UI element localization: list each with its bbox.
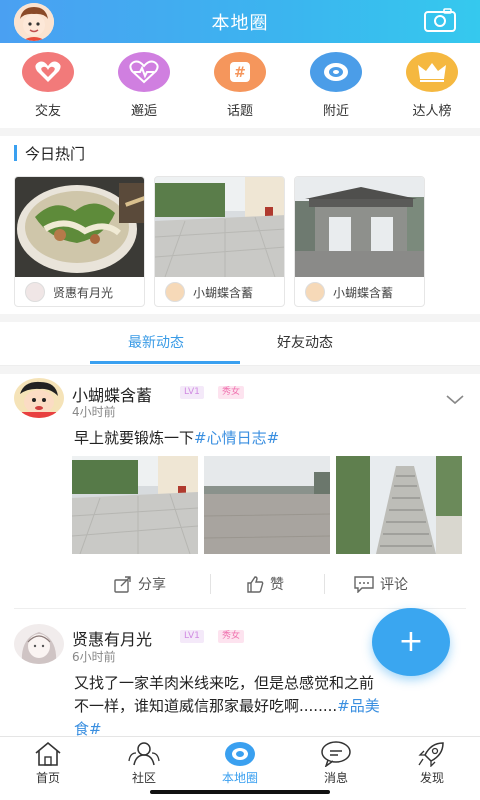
divider — [0, 314, 480, 322]
hot-card[interactable]: 小蝴蝶含蓄 — [294, 176, 425, 307]
local-circle-icon — [225, 742, 255, 766]
nav-local-circle[interactable]: 本地圈 — [192, 741, 288, 786]
category-label: 附近 — [322, 104, 349, 119]
noodle-bowl-photo — [15, 177, 144, 277]
divider — [324, 574, 325, 594]
hot-card[interactable]: 小蝴蝶含蓄 — [154, 176, 285, 307]
category-leaderboard[interactable]: 达人榜 — [384, 52, 480, 122]
gender-badge: 秀女 — [218, 386, 245, 399]
like-button[interactable]: 赞 — [246, 574, 284, 594]
nav-community[interactable]: 社区 — [96, 741, 192, 786]
thumbs-up-icon — [247, 576, 264, 593]
post-author[interactable]: 贤惠有月光 — [72, 626, 152, 650]
comment-icon — [354, 576, 374, 593]
crown-icon — [406, 52, 458, 92]
post-text: 又找了一家羊肉米线来吃，但是总感觉和之前 不一样，谁知道威信那家最好吃啊....… — [74, 672, 464, 741]
tab-indicator — [90, 361, 240, 364]
add-post-button[interactable]: + — [372, 608, 450, 676]
title-accent-bar — [14, 145, 17, 161]
feed-tabs: 最新动态 好友动态 — [0, 322, 480, 366]
post-actions: 分享 赞 评论 — [72, 568, 464, 600]
tab-latest[interactable]: 最新动态 — [128, 332, 184, 352]
plaza-photo — [155, 177, 284, 278]
gender-badge: 秀女 — [218, 630, 245, 643]
tab-friends[interactable]: 好友动态 — [277, 332, 333, 352]
category-label: 邂逅 — [130, 104, 157, 119]
plus-icon: + — [398, 624, 424, 659]
nav-discover[interactable]: 发现 — [384, 741, 480, 786]
heartbeat-icon — [118, 52, 170, 92]
archway-gate-photo — [295, 177, 424, 277]
user-avatar[interactable] — [14, 3, 54, 41]
avatar — [25, 282, 45, 302]
avatar[interactable] — [14, 624, 64, 664]
avatar — [165, 282, 185, 302]
post-image[interactable] — [71, 456, 199, 555]
home-indicator — [150, 790, 330, 794]
category-nearby[interactable]: 附近 — [288, 52, 384, 122]
svg-text:#: # — [234, 65, 246, 81]
topic-tag[interactable]: #心情日志# — [194, 429, 279, 447]
category-topic[interactable]: # 话题 — [192, 52, 288, 122]
category-label: 交友 — [34, 104, 61, 119]
nav-messages[interactable]: 消息 — [288, 741, 384, 786]
community-icon — [128, 742, 160, 766]
level-badge: LV1 — [180, 386, 204, 399]
hot-card-user: 贤惠有月光 — [53, 285, 114, 300]
divider — [0, 128, 480, 136]
divider — [210, 574, 211, 594]
hot-card-user: 小蝴蝶含蓄 — [333, 285, 394, 300]
share-icon — [114, 576, 131, 593]
app-header: 本地圈 — [0, 0, 480, 43]
page-title: 本地圈 — [211, 12, 269, 34]
post-image[interactable] — [203, 456, 331, 554]
hot-section-title: 今日热门 — [14, 144, 85, 163]
level-badge: LV1 — [180, 630, 204, 643]
hashtag-icon: # — [214, 52, 266, 92]
hot-list: 贤惠有月光 小蝴蝶含蓄 小蝴蝶含蓄 — [14, 176, 425, 307]
avatar[interactable] — [14, 378, 64, 418]
category-label: 达人榜 — [412, 104, 452, 119]
category-label: 话题 — [226, 104, 253, 119]
home-icon — [35, 741, 61, 766]
category-encounter[interactable]: 邂逅 — [96, 52, 192, 122]
heart-icon — [22, 52, 74, 92]
hot-card-user: 小蝴蝶含蓄 — [193, 285, 254, 300]
location-icon — [310, 52, 362, 92]
post-time: 6小时前 — [72, 650, 116, 664]
divider — [0, 366, 480, 374]
comment-button[interactable]: 评论 — [354, 574, 408, 594]
chevron-down-icon[interactable] — [446, 390, 464, 405]
category-make-friends[interactable]: 交友 — [0, 52, 96, 122]
share-button[interactable]: 分享 — [114, 574, 166, 594]
hot-card[interactable]: 贤惠有月光 — [14, 176, 145, 307]
message-icon — [321, 741, 351, 767]
topic-tag[interactable]: #品美 — [337, 697, 380, 715]
avatar — [305, 282, 325, 302]
category-row: 交友 邂逅 # 话题 附近 达人榜 — [0, 52, 480, 122]
nav-home[interactable]: 首页 — [0, 741, 96, 786]
post-text: 早上就要锻炼一下#心情日志# — [74, 429, 280, 447]
post-time: 4小时前 — [72, 405, 116, 419]
post-image[interactable] — [336, 456, 462, 554]
rocket-icon — [418, 742, 444, 767]
camera-icon[interactable] — [424, 8, 456, 32]
